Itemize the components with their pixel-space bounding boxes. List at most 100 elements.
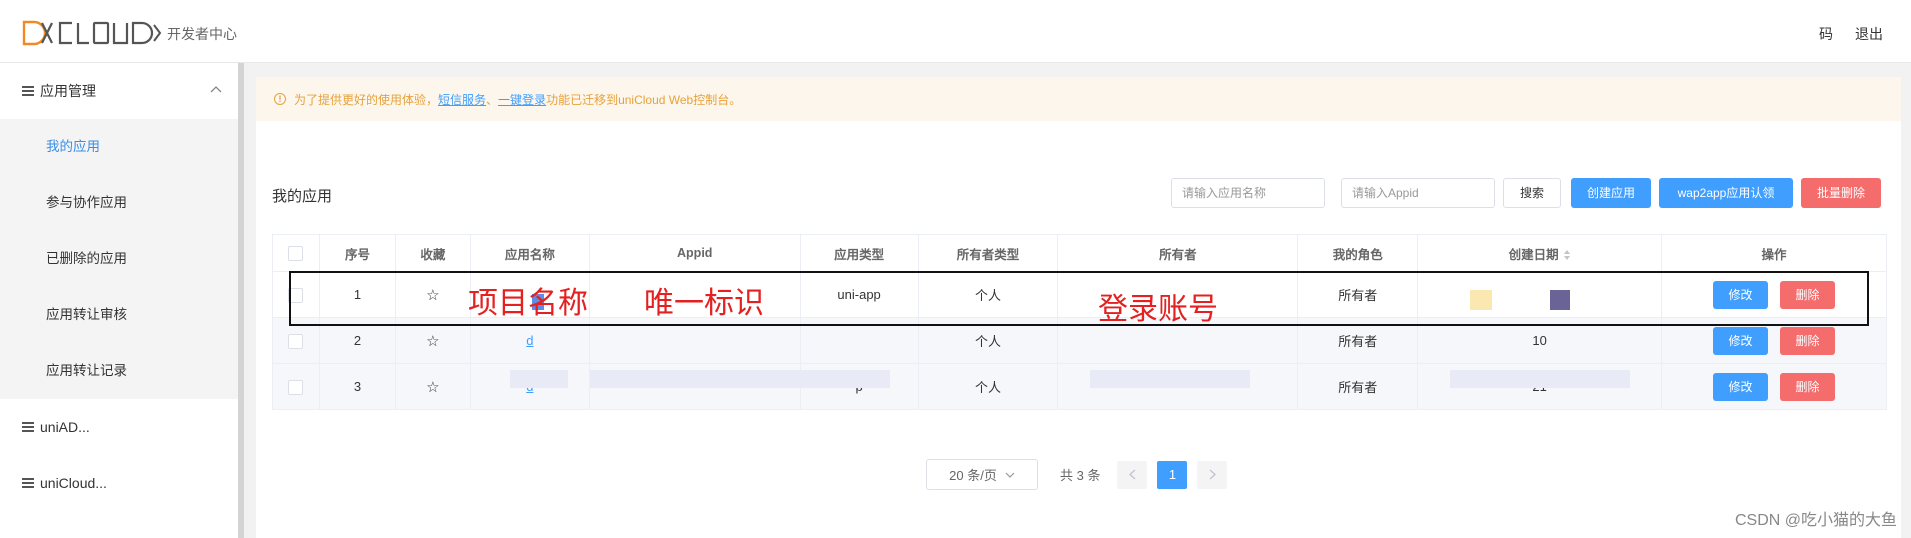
cell-actions: 修改 删除 [1661, 271, 1887, 318]
edit-button[interactable]: 修改 [1713, 280, 1769, 309]
redaction-block [1450, 370, 1630, 388]
sidebar-group-unicloud[interactable]: uniCloud... [0, 455, 238, 511]
delete-button[interactable]: 删除 [1780, 280, 1836, 309]
next-page-button[interactable] [1197, 460, 1228, 489]
code-link[interactable]: 码 [1819, 24, 1833, 44]
row-select [272, 317, 320, 364]
cell-name [469, 271, 590, 318]
chevron-down-icon [1005, 472, 1015, 478]
cell-date [1417, 271, 1663, 318]
cell-role: 所有者 [1297, 363, 1419, 410]
chevron-right-icon [1209, 469, 1216, 480]
cell-actions: 修改 删除 [1661, 317, 1887, 364]
cell-type: uni-app [799, 271, 919, 318]
top-right-links: 码 退出 [1819, 24, 1883, 44]
sidebar-item-collab-apps[interactable]: 参与协作应用 [0, 175, 238, 231]
col-header: 应用类型 [799, 234, 919, 272]
col-header-created-date[interactable]: 创建日期 [1417, 234, 1663, 272]
top-bar: 开发者中心 码 退出 [0, 0, 1911, 63]
app-name-link[interactable]: d [526, 333, 533, 348]
delete-button[interactable]: 删除 [1780, 372, 1836, 401]
table-row: 2 ☆ d 个人 所有者 10 修改 删除 [272, 317, 1887, 364]
star-icon[interactable]: ☆ [426, 287, 439, 304]
row-checkbox[interactable] [288, 287, 304, 303]
table-row: 1 ☆ uni-app 个人 所有者 修改 删除 [272, 271, 1887, 318]
watermark: CSDN @吃小猫的大鱼 [1734, 512, 1897, 529]
cell-owner [1057, 317, 1299, 364]
redaction-block [532, 294, 544, 310]
appid-search-input[interactable]: 请输入Appid [1341, 178, 1495, 208]
redaction-block [510, 370, 568, 388]
cell-name: d [469, 317, 590, 364]
cell-appid [588, 271, 801, 318]
sidebar-group-uniad[interactable]: uniAD... [0, 399, 238, 455]
col-header: 我的角色 [1297, 234, 1419, 272]
col-header: 所有者类型 [917, 234, 1059, 272]
total-count: 共 3 条 [1060, 468, 1101, 483]
cell-type [799, 317, 919, 364]
col-header: 所有者 [1057, 234, 1299, 272]
cell-owner-type: 个人 [917, 317, 1059, 364]
app-name-search-input[interactable]: 请输入应用名称 [1171, 178, 1325, 208]
sidebar-item-transfer-review[interactable]: 应用转让审核 [0, 287, 238, 343]
sidebar-submenu: 我的应用 参与协作应用 已删除的应用 应用转让审核 应用转让记录 [0, 119, 238, 399]
select-all-checkbox[interactable] [272, 234, 320, 272]
edit-button[interactable]: 修改 [1713, 372, 1769, 401]
toolbar: 请输入应用名称 请输入Appid 搜索 创建应用 wap2app应用认领 批量删… [256, 178, 1901, 208]
checkbox[interactable] [288, 245, 304, 261]
info-icon: ! [274, 93, 286, 105]
sidebar-item-deleted-apps[interactable]: 已删除的应用 [0, 231, 238, 287]
search-button[interactable]: 搜索 [1503, 178, 1561, 208]
row-select [272, 271, 320, 318]
redaction-block [1470, 290, 1492, 310]
col-header: Appid [588, 234, 801, 272]
table-header-row: 序号 收藏 应用名称 Appid 应用类型 所有者类型 所有者 我的角色 创建日… [272, 234, 1887, 272]
list-icon [22, 86, 34, 96]
list-icon [22, 478, 34, 488]
cell-fav: ☆ [394, 363, 471, 410]
notice-suffix: 功能已迁移到uniCloud Web控制台。 [546, 92, 742, 107]
notice-prefix: 为了提供更好的使用体验， [294, 92, 439, 107]
sort-icon[interactable] [1563, 249, 1571, 261]
col-header-label: 创建日期 [1508, 247, 1559, 262]
cell-owner-type: 个人 [917, 271, 1059, 318]
sidebar-group-label: uniCloud... [40, 475, 107, 491]
row-checkbox[interactable] [288, 333, 304, 349]
notice-sep: 、 [486, 92, 499, 107]
page-size-value: 20 条/页 [949, 468, 997, 483]
chevron-up-icon [210, 86, 222, 93]
cell-no: 1 [318, 271, 396, 318]
redaction-block [1090, 370, 1250, 388]
batch-delete-button[interactable]: 批量删除 [1801, 178, 1881, 208]
sidebar-group-label: uniAD... [40, 419, 90, 435]
sidebar-item-transfer-log[interactable]: 应用转让记录 [0, 343, 238, 399]
sidebar-group-app-management[interactable]: 应用管理 [0, 63, 238, 119]
cell-no: 2 [318, 317, 396, 364]
one-click-login-link[interactable]: 一键登录 [498, 91, 546, 108]
wap2app-claim-button[interactable]: wap2app应用认领 [1659, 178, 1793, 208]
logout-link[interactable]: 退出 [1855, 24, 1883, 44]
edit-button[interactable]: 修改 [1713, 326, 1769, 355]
dcloud-logo[interactable] [22, 20, 162, 46]
page-size-select[interactable]: 20 条/页 [926, 459, 1038, 490]
star-icon[interactable]: ☆ [426, 379, 439, 396]
sms-service-link[interactable]: 短信服务 [438, 91, 486, 108]
row-checkbox[interactable] [288, 379, 304, 395]
delete-button[interactable]: 删除 [1780, 326, 1836, 355]
cell-owner [1057, 271, 1299, 318]
page-number-button[interactable]: 1 [1157, 460, 1188, 489]
cell-no: 3 [318, 363, 396, 410]
prev-page-button[interactable] [1117, 460, 1148, 489]
cell-role: 所有者 [1297, 317, 1419, 364]
cell-owner-type: 个人 [917, 363, 1059, 410]
col-header: 操作 [1661, 234, 1887, 272]
star-icon[interactable]: ☆ [426, 333, 439, 350]
cell-fav: ☆ [394, 271, 471, 318]
cell-role: 所有者 [1297, 271, 1419, 318]
logo-subtitle: 开发者中心 [167, 26, 237, 42]
col-header: 应用名称 [469, 234, 590, 272]
create-app-button[interactable]: 创建应用 [1571, 178, 1651, 208]
sidebar-group-label: 应用管理 [40, 83, 96, 99]
redaction-block [1550, 290, 1570, 310]
sidebar-item-my-apps[interactable]: 我的应用 [0, 119, 238, 175]
